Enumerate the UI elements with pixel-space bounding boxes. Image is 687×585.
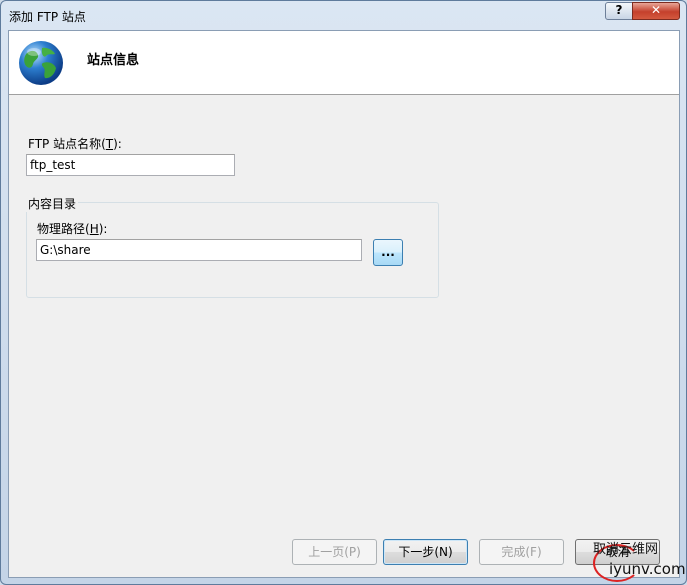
physical-path-label: 物理路径(H): xyxy=(37,220,107,237)
site-name-label: FTP 站点名称(T): xyxy=(28,135,122,152)
help-button[interactable]: ? xyxy=(605,2,633,20)
physical-path-label-mnemonic: H xyxy=(89,222,99,236)
watermark-text: 取消云维网 xyxy=(593,542,659,557)
site-watermark: 取消云维网 iyunv.com xyxy=(593,538,686,582)
site-name-input[interactable] xyxy=(26,154,235,176)
previous-button[interactable]: 上一页(P) xyxy=(292,539,377,565)
physical-path-label-suffix: ): xyxy=(98,222,108,236)
title-bar[interactable]: 添加 FTP 站点 ? ✕ xyxy=(1,1,686,31)
site-name-label-mnemonic: T xyxy=(105,137,114,151)
content-directory-title: 内容目录 xyxy=(26,195,79,212)
wizard-header: 站点信息 xyxy=(9,31,679,95)
finish-button[interactable]: 完成(F) xyxy=(479,539,564,565)
close-button[interactable]: ✕ xyxy=(632,2,680,20)
next-button[interactable]: 下一步(N) xyxy=(383,539,468,565)
dialog-body: 站点信息 FTP 站点名称(T): 内容目录 物理路径(H): ... 上一页(… xyxy=(8,30,680,578)
physical-path-input[interactable] xyxy=(36,239,362,261)
physical-path-label-prefix: 物理路径( xyxy=(37,222,90,236)
window-title: 添加 FTP 站点 xyxy=(9,10,86,24)
watermark-url: iyunv.com xyxy=(609,560,686,578)
globe-icon xyxy=(19,41,63,85)
site-name-label-suffix: ): xyxy=(113,137,122,151)
add-ftp-site-dialog: 添加 FTP 站点 ? ✕ 站点信息 FTP 站点名称(T): ftp_test… xyxy=(0,0,687,585)
site-name-label-prefix: FTP 站点名称( xyxy=(28,137,106,151)
browse-button[interactable]: ... xyxy=(373,239,403,266)
page-title: 站点信息 xyxy=(87,53,140,68)
